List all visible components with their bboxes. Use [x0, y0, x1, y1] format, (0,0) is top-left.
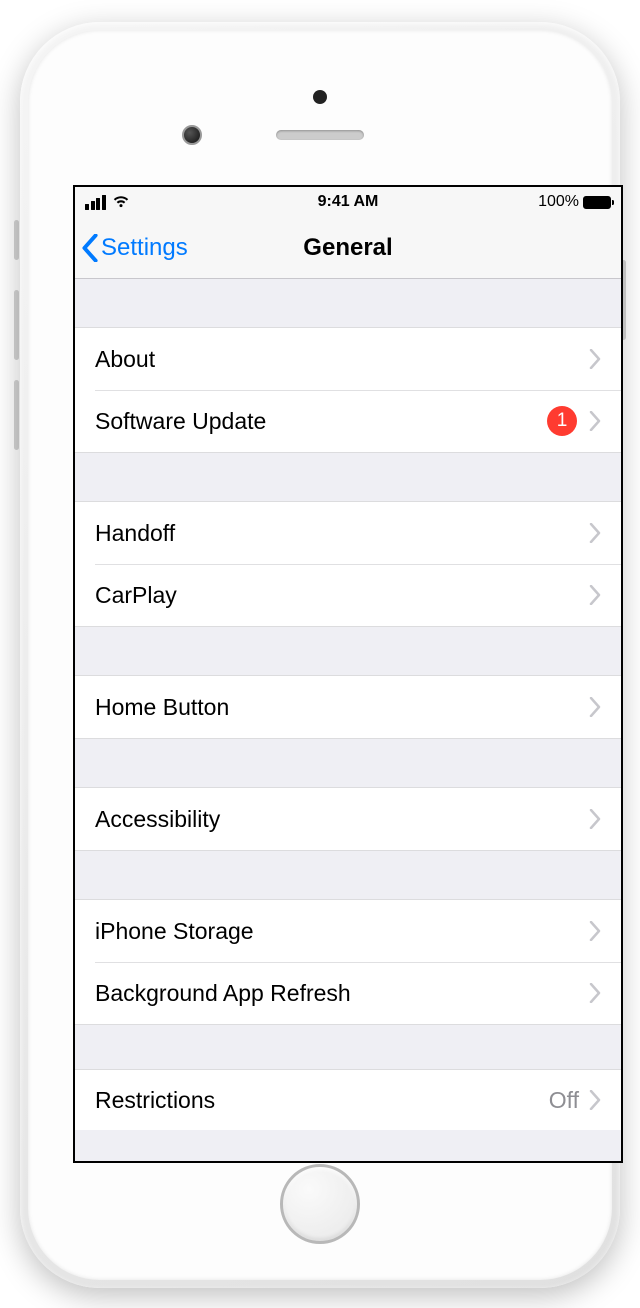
row-label: Software Update	[95, 408, 547, 435]
row-label: iPhone Storage	[95, 918, 589, 945]
section-gap	[75, 279, 621, 327]
volume-down-button[interactable]	[14, 380, 19, 450]
list-group: Restrictions Off	[75, 1069, 621, 1130]
home-button[interactable]	[280, 1164, 360, 1244]
back-button[interactable]: Settings	[75, 234, 188, 262]
front-camera	[182, 125, 202, 145]
chevron-right-icon	[589, 1090, 601, 1110]
battery-percentage: 100%	[538, 193, 579, 211]
row-about[interactable]: About	[75, 328, 621, 390]
list-group: Home Button	[75, 675, 621, 739]
row-value: Off	[549, 1087, 579, 1114]
proximity-sensor	[313, 90, 327, 104]
chevron-right-icon	[589, 585, 601, 605]
chevron-right-icon	[589, 983, 601, 1003]
cellular-signal-icon	[85, 195, 106, 210]
chevron-left-icon	[81, 234, 99, 262]
row-label: Home Button	[95, 694, 589, 721]
row-label: Background App Refresh	[95, 980, 589, 1007]
list-group: About Software Update 1	[75, 327, 621, 453]
status-time: 9:41 AM	[318, 193, 379, 211]
row-restrictions[interactable]: Restrictions Off	[75, 1070, 621, 1130]
wifi-icon	[112, 195, 130, 209]
chevron-right-icon	[589, 921, 601, 941]
status-bar: 9:41 AM 100%	[75, 187, 621, 217]
section-gap	[75, 1025, 621, 1069]
row-carplay[interactable]: CarPlay	[75, 564, 621, 626]
row-background-app-refresh[interactable]: Background App Refresh	[75, 962, 621, 1024]
earpiece-speaker	[276, 130, 364, 140]
phone-bezel: 9:41 AM 100% Settings General About	[28, 30, 612, 1280]
chevron-right-icon	[589, 349, 601, 369]
row-home-button[interactable]: Home Button	[75, 676, 621, 738]
chevron-right-icon	[589, 809, 601, 829]
list-group: iPhone Storage Background App Refresh	[75, 899, 621, 1025]
row-handoff[interactable]: Handoff	[75, 502, 621, 564]
row-label: Accessibility	[95, 806, 589, 833]
chevron-right-icon	[589, 697, 601, 717]
chevron-right-icon	[589, 523, 601, 543]
row-label: Restrictions	[95, 1087, 549, 1114]
chevron-right-icon	[589, 411, 601, 431]
list-group: Accessibility	[75, 787, 621, 851]
row-label: CarPlay	[95, 582, 589, 609]
page-title: General	[303, 234, 392, 262]
notification-badge: 1	[547, 406, 577, 436]
nav-bar: Settings General	[75, 217, 621, 279]
row-label: Handoff	[95, 520, 589, 547]
screen: 9:41 AM 100% Settings General About	[73, 185, 623, 1163]
mute-switch[interactable]	[14, 220, 19, 260]
list-group: Handoff CarPlay	[75, 501, 621, 627]
back-label: Settings	[101, 234, 188, 262]
row-accessibility[interactable]: Accessibility	[75, 788, 621, 850]
section-gap	[75, 851, 621, 899]
section-gap	[75, 739, 621, 787]
section-gap	[75, 453, 621, 501]
row-label: About	[95, 346, 589, 373]
volume-up-button[interactable]	[14, 290, 19, 360]
section-gap	[75, 627, 621, 675]
row-software-update[interactable]: Software Update 1	[75, 390, 621, 452]
phone-frame: 9:41 AM 100% Settings General About	[20, 22, 620, 1288]
row-iphone-storage[interactable]: iPhone Storage	[75, 900, 621, 962]
battery-icon	[583, 196, 611, 209]
